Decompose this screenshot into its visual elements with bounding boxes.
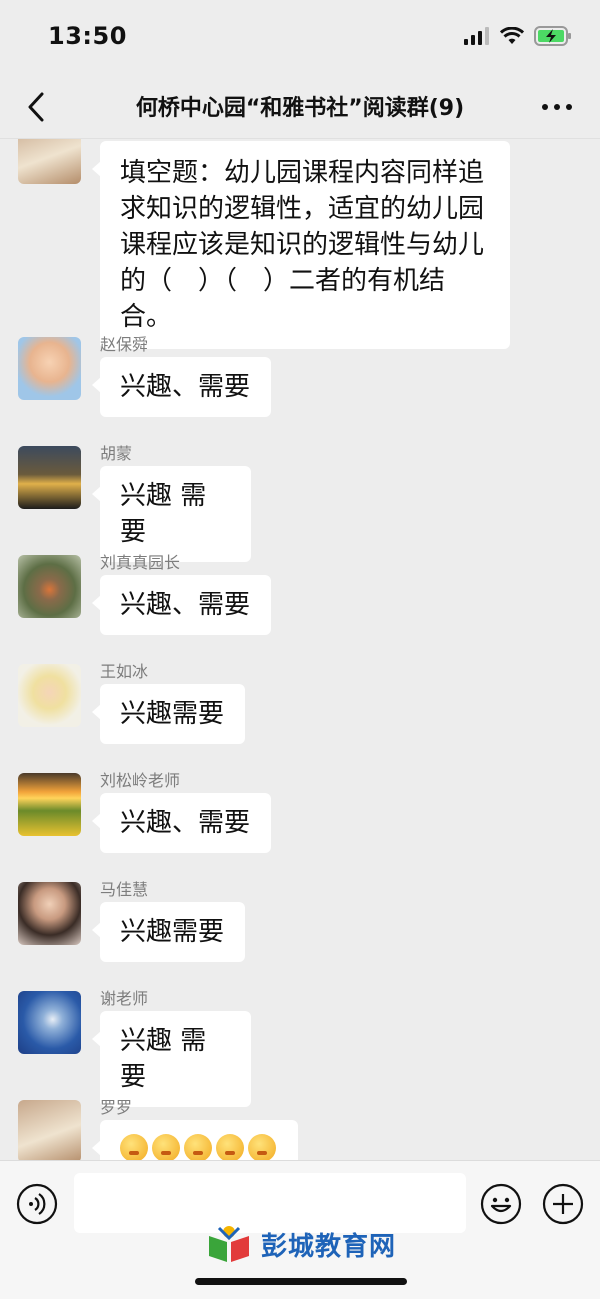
sender-name: 谢老师 xyxy=(100,989,149,1008)
signal-icon xyxy=(464,27,489,45)
chat-title: 何桥中心园“和雅书社”阅读群(9) xyxy=(135,96,465,121)
avatar[interactable] xyxy=(18,1100,81,1160)
message-bubble[interactable]: 兴趣、需要 xyxy=(92,575,271,635)
voice-input-icon[interactable] xyxy=(16,1183,58,1225)
message-bubble[interactable]: 兴趣 需要 xyxy=(92,466,251,562)
watermark-text: 彭城教育网 xyxy=(261,1231,397,1262)
avatar[interactable] xyxy=(18,446,81,509)
grinning-face-icon xyxy=(248,1134,276,1160)
sender-name: 罗罗 xyxy=(100,1098,133,1117)
sender-name: 刘松岭老师 xyxy=(100,771,181,790)
add-plus-icon[interactable] xyxy=(542,1183,584,1225)
avatar[interactable] xyxy=(18,882,81,945)
grinning-face-icon xyxy=(184,1134,212,1160)
avatar[interactable] xyxy=(18,555,81,618)
message-bubble[interactable] xyxy=(92,1120,298,1160)
sender-name: 胡蒙 xyxy=(100,444,133,463)
emoji-icon[interactable] xyxy=(480,1183,522,1225)
avatar[interactable] xyxy=(18,337,81,400)
message-bubble[interactable]: 兴趣需要 xyxy=(92,684,245,744)
home-indicator xyxy=(195,1278,407,1285)
grinning-face-icon xyxy=(216,1134,244,1160)
wifi-icon xyxy=(500,27,524,44)
avatar[interactable] xyxy=(18,664,81,727)
more-options-icon[interactable] xyxy=(540,92,574,122)
message-bubble[interactable]: 兴趣、需要 xyxy=(92,357,271,417)
status-time: 13:50 xyxy=(48,22,127,50)
sender-name: 赵保舜 xyxy=(100,335,149,354)
emoji-row xyxy=(120,1134,278,1160)
book-logo-icon xyxy=(209,1226,249,1262)
message-bubble[interactable]: 兴趣 需要 xyxy=(92,1011,251,1107)
watermark: 彭城教育网 xyxy=(205,1224,396,1264)
message-bubble[interactable]: 兴趣需要 xyxy=(92,902,245,962)
grinning-face-icon xyxy=(120,1134,148,1160)
avatar[interactable] xyxy=(18,773,81,836)
status-bar: 13:50 xyxy=(0,0,600,76)
status-icons xyxy=(464,26,572,46)
grinning-face-icon xyxy=(152,1134,180,1160)
avatar[interactable] xyxy=(18,139,81,184)
avatar[interactable] xyxy=(18,991,81,1054)
message-bubble[interactable]: 兴趣、需要 xyxy=(92,793,271,853)
message-list[interactable]: 填空题：幼儿园课程内容同样追求知识的逻辑性，适宜的幼儿园课程应该是知识的逻辑性与… xyxy=(0,139,600,1160)
sender-name: 王如冰 xyxy=(100,662,149,681)
battery-charging-icon xyxy=(534,26,571,46)
message-bubble[interactable]: 填空题：幼儿园课程内容同样追求知识的逻辑性，适宜的幼儿园课程应该是知识的逻辑性与… xyxy=(92,141,510,349)
sender-name: 刘真真园长 xyxy=(100,553,181,572)
sender-name: 马佳慧 xyxy=(100,880,149,899)
chat-header: 何桥中心园“和雅书社”阅读群(9) xyxy=(0,76,600,139)
